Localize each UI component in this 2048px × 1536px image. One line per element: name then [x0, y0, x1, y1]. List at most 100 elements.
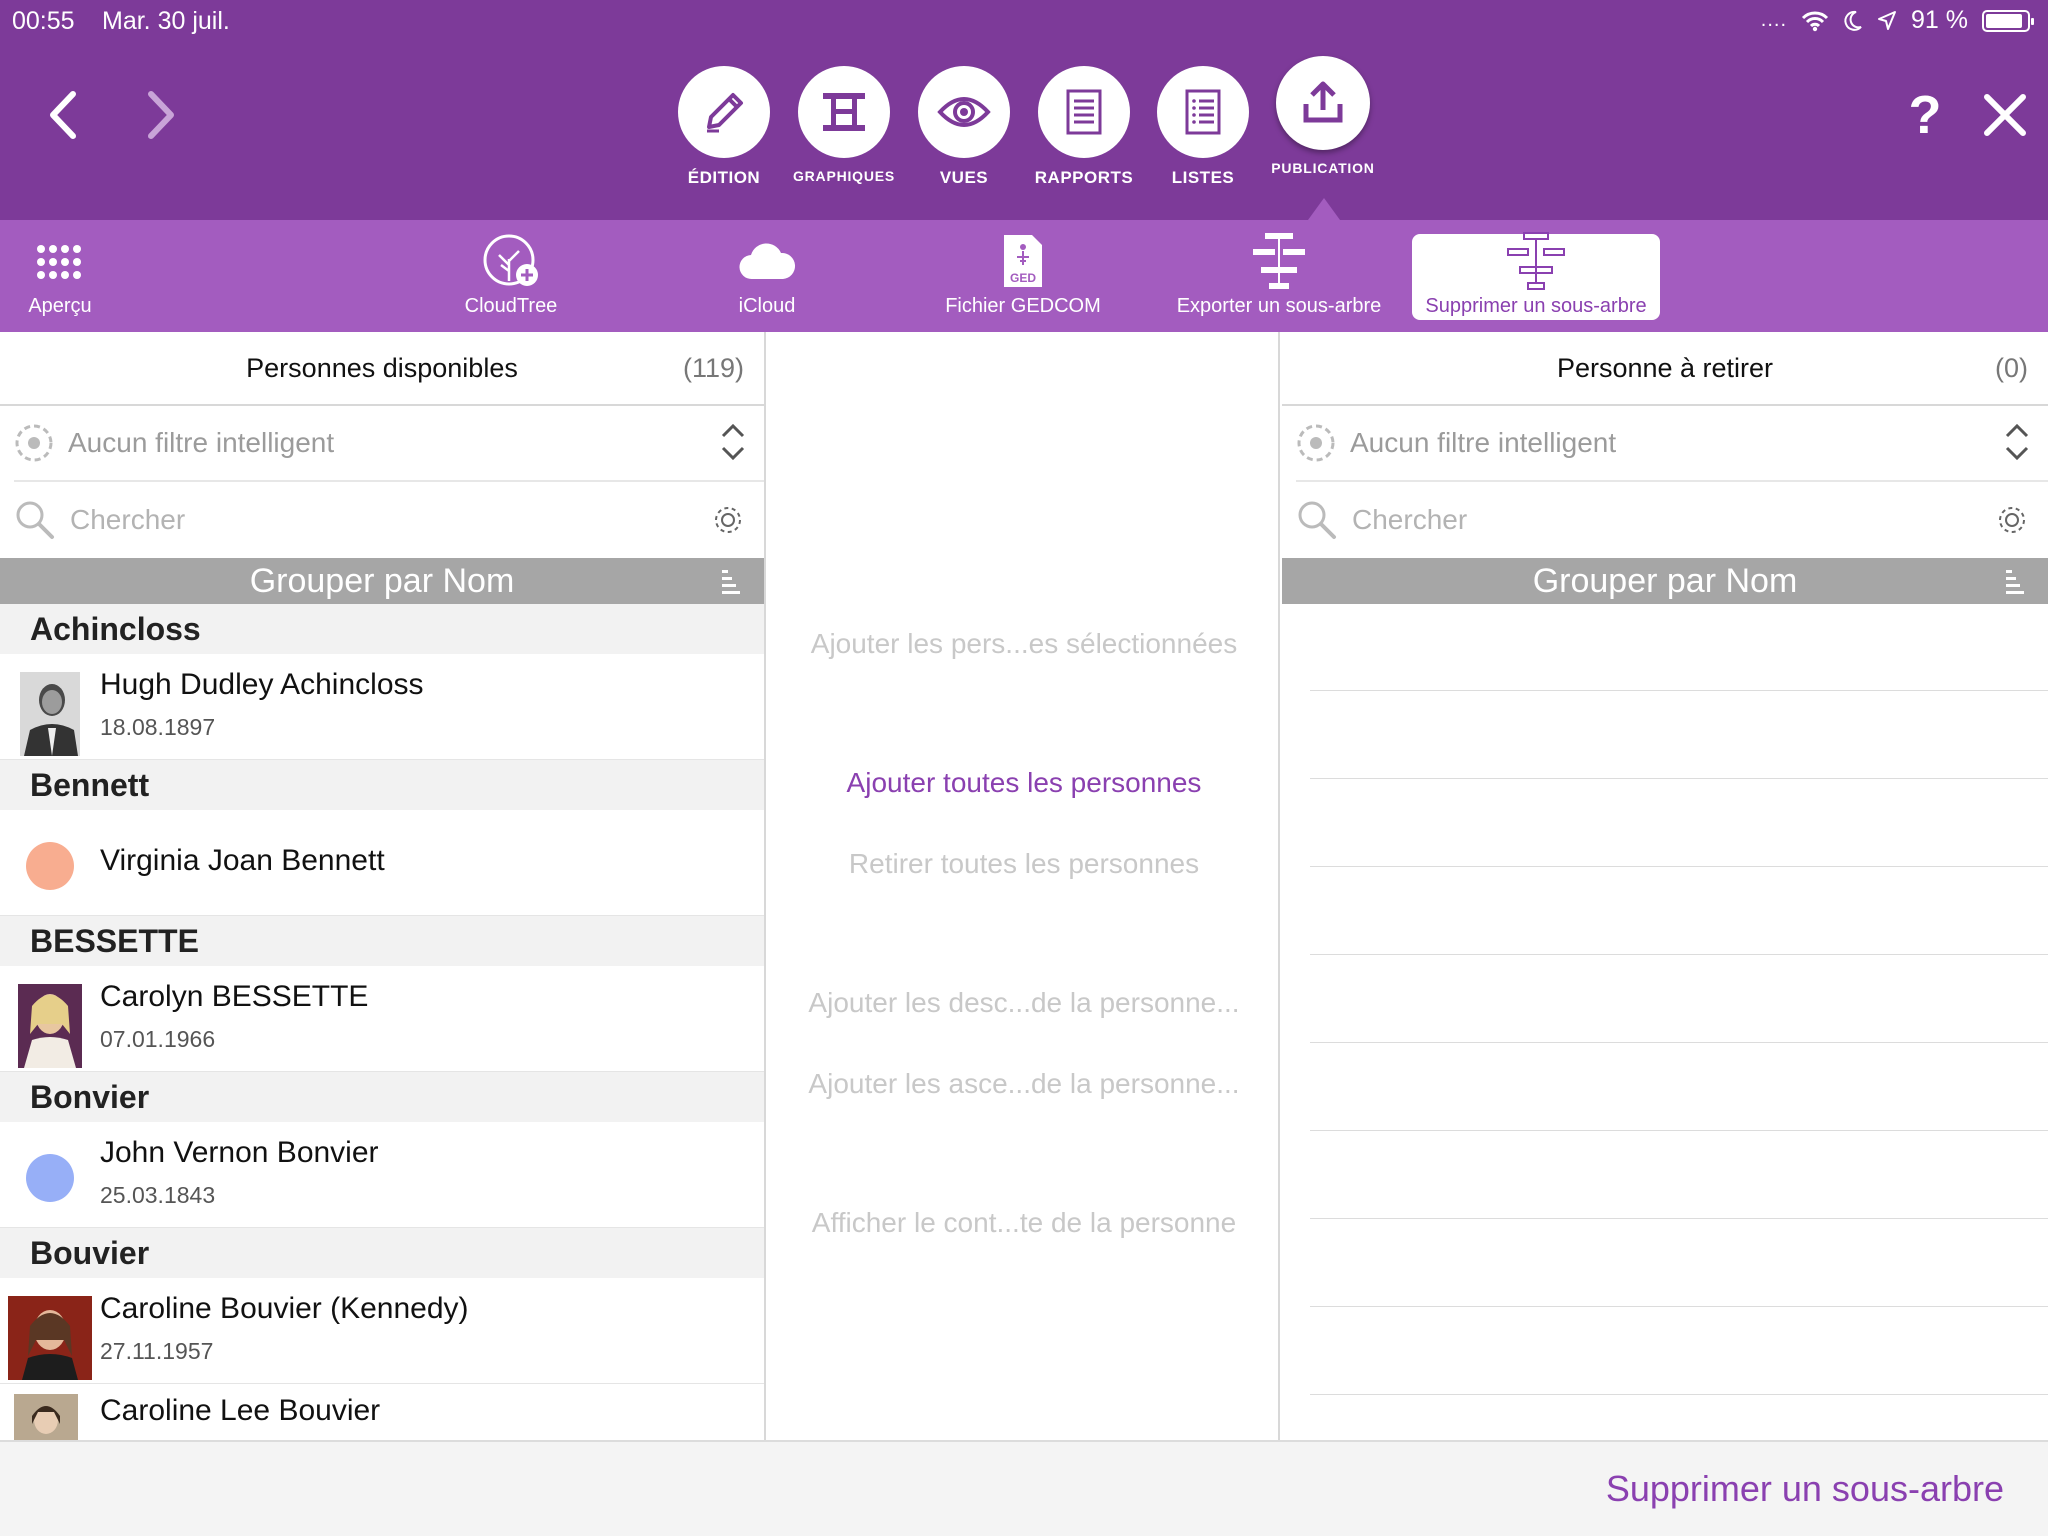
- wifi-icon: [1801, 11, 1829, 31]
- delete-subtree-label: Supprimer un sous-arbre: [1425, 295, 1647, 317]
- apercu-button[interactable]: Aperçu: [0, 234, 180, 320]
- search-field[interactable]: Chercher: [1296, 482, 2048, 558]
- cloudtree-icon: [483, 234, 538, 286]
- persons-to-remove-panel: Personne à retirer (0) Aucun filtre inte…: [1282, 332, 2048, 1440]
- person-row[interactable]: John Vernon Bonvier 25.03.1843: [0, 1122, 764, 1228]
- person-date: 25.03.1843: [100, 1182, 216, 1208]
- group-by-bar[interactable]: Grouper par Nom: [0, 558, 764, 604]
- section-header: Bennett: [0, 760, 764, 810]
- empty-row-divider: [1310, 866, 2048, 867]
- gedcom-label: Fichier GEDCOM: [945, 295, 1101, 317]
- tab-edition[interactable]: ÉDITION: [664, 66, 784, 188]
- empty-row-divider: [1310, 1306, 2048, 1307]
- export-subtree-button[interactable]: Exporter un sous-arbre: [1159, 233, 1399, 320]
- publication-toolbar: Aperçu CloudTree iCloud GED Fichier GEDC…: [0, 220, 2048, 332]
- empty-row-divider: [1310, 778, 2048, 779]
- section-header: BESSETTE: [0, 916, 764, 966]
- battery-percent: 91 %: [1911, 6, 1968, 34]
- delete-subtree-icon: [1507, 232, 1565, 290]
- gear-icon[interactable]: [1994, 502, 2030, 538]
- person-photo: [14, 1394, 78, 1444]
- person-row[interactable]: Virginia Joan Bennett: [0, 810, 764, 916]
- ged-badge: GED: [1010, 271, 1036, 285]
- export-subtree-icon: [1253, 233, 1305, 289]
- tab-graphiques[interactable]: GRAPHIQUES: [784, 66, 904, 184]
- person-name: Carolyn BESSETTE: [100, 980, 369, 1013]
- tab-graphiques-label: GRAPHIQUES: [792, 168, 896, 184]
- bottom-bar: Supprimer un sous-arbre: [0, 1440, 2048, 1536]
- person-row[interactable]: Caroline Lee Bouvier: [0, 1384, 764, 1444]
- available-persons-count: (119): [682, 353, 744, 383]
- report-icon: [1066, 89, 1102, 135]
- gedcom-button[interactable]: GED Fichier GEDCOM: [903, 234, 1143, 320]
- persons-to-remove-header: Personne à retirer (0): [1282, 332, 2048, 406]
- available-persons-panel: Personnes disponibles (119) Aucun filtre…: [0, 332, 766, 1444]
- icloud-button[interactable]: iCloud: [647, 234, 887, 320]
- cloudtree-button[interactable]: CloudTree: [391, 234, 631, 320]
- group-by-bar[interactable]: Grouper par Nom: [1282, 558, 2048, 604]
- smart-filter-select[interactable]: Aucun filtre intelligent: [1296, 406, 2048, 482]
- empty-row-divider: [1310, 1042, 2048, 1043]
- tab-rapports-label: RAPPORTS: [1034, 168, 1134, 187]
- add-all-persons-button[interactable]: Ajouter toutes les personnes: [768, 767, 1280, 799]
- person-photo: [18, 984, 82, 1068]
- chevron-left-icon: [50, 91, 76, 139]
- persons-to-remove-count: (0): [1995, 353, 2028, 383]
- chevron-updown-icon: [2005, 423, 2029, 461]
- smart-filter-value: Aucun filtre intelligent: [68, 427, 335, 458]
- help-button[interactable]: ?: [1890, 80, 1960, 150]
- add-ancestors-button[interactable]: Ajouter les asce...de la personne...: [768, 1068, 1280, 1100]
- status-bar: 00:55 Mar. 30 juil. .... 91 %: [0, 0, 2048, 40]
- tab-vues[interactable]: VUES: [904, 66, 1024, 188]
- location-icon: [1878, 10, 1897, 30]
- close-button[interactable]: [1970, 80, 2040, 150]
- tab-publication[interactable]: PUBLICATION: [1263, 56, 1383, 176]
- list-icon: [1185, 89, 1221, 135]
- add-selected-persons-button[interactable]: Ajouter les pers...es sélectionnées: [768, 628, 1280, 660]
- back-button[interactable]: [28, 80, 98, 150]
- eye-icon: [937, 97, 991, 127]
- cloud-icon: [739, 242, 796, 279]
- battery-icon: [1982, 9, 2034, 32]
- person-row[interactable]: Carolyn BESSETTE 07.01.1966: [0, 966, 764, 1072]
- smart-filter-select[interactable]: Aucun filtre intelligent: [14, 406, 764, 482]
- gear-icon[interactable]: [710, 502, 746, 538]
- section-header: Bonvier: [0, 1072, 764, 1122]
- tab-listes-label: LISTES: [1171, 168, 1235, 187]
- person-row[interactable]: Caroline Bouvier (Kennedy) 27.11.1957: [0, 1278, 764, 1384]
- forward-button[interactable]: [126, 80, 196, 150]
- delete-subtree-button[interactable]: Supprimer un sous-arbre: [1606, 1468, 2004, 1510]
- tab-rapports[interactable]: RAPPORTS: [1024, 66, 1144, 188]
- sort-icon: [722, 570, 740, 594]
- upload-icon: [1303, 81, 1343, 123]
- person-row[interactable]: Hugh Dudley Achincloss 18.08.1897: [0, 654, 764, 760]
- section-header: Achincloss: [0, 604, 764, 654]
- show-person-context-button[interactable]: Afficher le cont...te de la personne: [768, 1207, 1280, 1239]
- search-input[interactable]: Chercher: [70, 504, 185, 536]
- search-field[interactable]: Chercher: [14, 482, 764, 558]
- actions-panel: Ajouter les pers...es sélectionnées Ajou…: [768, 332, 1280, 1440]
- smart-filter-value: Aucun filtre intelligent: [1350, 427, 1617, 458]
- empty-row-divider: [1310, 1394, 2048, 1395]
- gedcom-file-icon: GED: [1004, 235, 1042, 287]
- persons-to-remove-title: Personne à retirer: [1556, 352, 1774, 383]
- person-photo: [20, 672, 80, 756]
- search-input[interactable]: Chercher: [1352, 504, 1467, 536]
- search-icon: [16, 501, 54, 539]
- person-date: 18.08.1897: [100, 714, 216, 740]
- available-persons-title: Personnes disponibles: [246, 352, 518, 383]
- moon-icon: [1844, 10, 1862, 31]
- delete-subtree-tab[interactable]: Supprimer un sous-arbre: [1412, 232, 1660, 320]
- person-name: Caroline Lee Bouvier: [100, 1394, 381, 1427]
- grid-icon: [37, 244, 81, 279]
- person-list: Achincloss Hugh Dudley Achincloss 18.08.…: [0, 604, 764, 1444]
- apercu-label: Aperçu: [28, 295, 92, 317]
- active-tab-pointer: [1308, 198, 1340, 220]
- add-descendants-button[interactable]: Ajouter les desc...de la personne...: [768, 987, 1280, 1019]
- remove-all-persons-button[interactable]: Retirer toutes les personnes: [768, 848, 1280, 880]
- tab-edition-label: ÉDITION: [687, 168, 761, 187]
- tab-vues-label: VUES: [939, 168, 989, 187]
- signal-dots-icon: ....: [1760, 9, 1788, 31]
- sort-icon: [2006, 570, 2024, 594]
- tab-listes[interactable]: LISTES: [1143, 66, 1263, 188]
